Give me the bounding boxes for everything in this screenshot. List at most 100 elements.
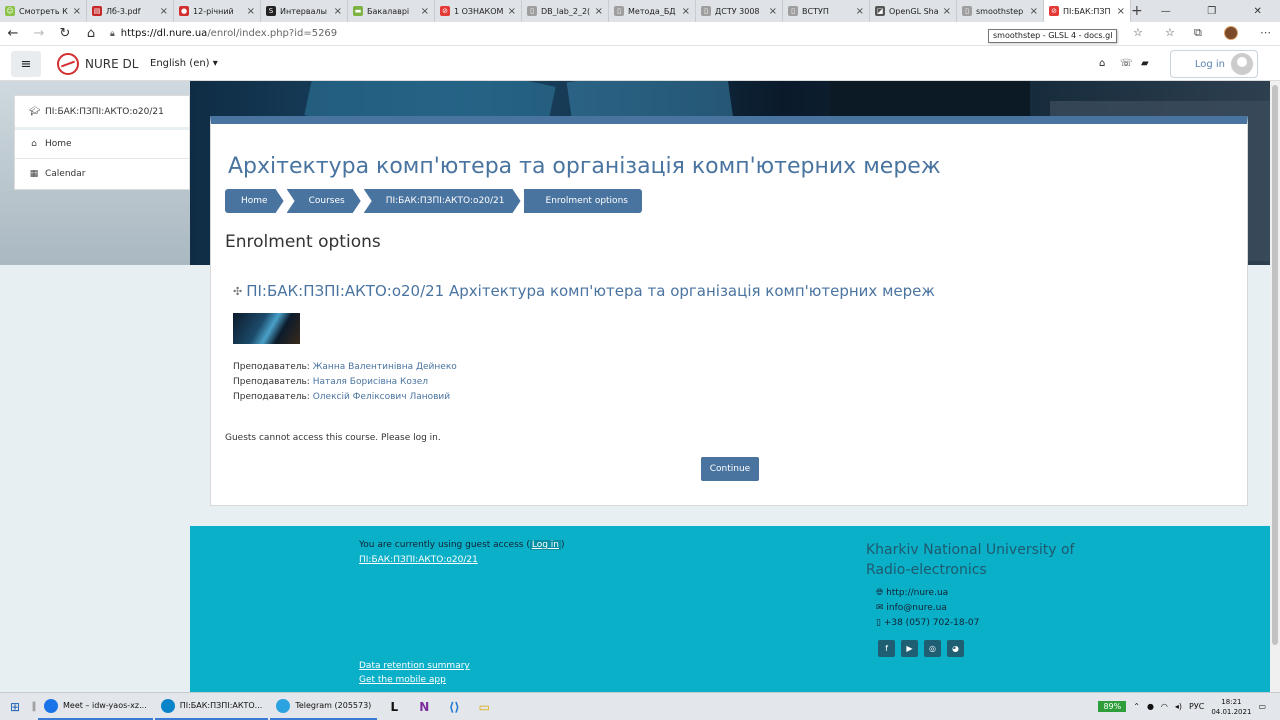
lingoes-app-icon[interactable]: L	[379, 694, 409, 720]
tray-arrow-icon[interactable]: ⌃	[1133, 702, 1140, 711]
tab-close-icon[interactable]: ×	[73, 6, 81, 17]
microphone-icon[interactable]: ●	[1147, 702, 1154, 711]
file-explorer-icon[interactable]: ▭	[469, 694, 499, 720]
tab-close-icon[interactable]: ×	[1117, 6, 1125, 17]
taskbar-window-browser[interactable]: ПІ:БАК:ПЗПІ:АКТО...	[154, 694, 269, 720]
menu-toggle-button[interactable]: ≡	[11, 51, 41, 77]
sidebar-item-home[interactable]: ⌂ Home	[15, 127, 189, 158]
breadcrumb-course[interactable]: ПІ:БАК:ПЗПІ:АКТО:о20/21	[364, 189, 521, 213]
input-language[interactable]: РУС	[1189, 702, 1204, 711]
browser-tab[interactable]: ● 12-річний ×	[174, 0, 261, 22]
guest-access-notice: You are currently using guest access (Lo…	[359, 540, 565, 550]
battery-indicator[interactable]: 89%	[1098, 701, 1127, 712]
task-view-icon[interactable]: ‖	[30, 701, 38, 712]
browser-tab[interactable]: ▯ ВСТУП ×	[783, 0, 870, 22]
tab-close-icon[interactable]: ×	[247, 6, 255, 17]
data-retention-link[interactable]: Data retention summary	[359, 661, 470, 671]
footer-login-link[interactable]: Log in	[529, 540, 561, 550]
new-tab-button[interactable]: +	[1131, 0, 1143, 22]
site-brand[interactable]: NURE DL	[57, 53, 138, 75]
onenote-app-icon[interactable]: N	[409, 694, 439, 720]
more-menu-icon[interactable]: ⋯	[1260, 26, 1271, 39]
tab-close-icon[interactable]: ×	[943, 6, 951, 17]
close-window-icon[interactable]: ✕	[1235, 0, 1280, 22]
browser-tab[interactable]: ▯ smoothstep ×	[957, 0, 1044, 22]
globe-icon: 🌐︎	[876, 588, 884, 598]
browser-tab[interactable]: ⊘ ПІ:БАК:ПЗП ×	[1044, 0, 1131, 22]
footer-course-link[interactable]: ПІ:БАК:ПЗПІ:АКТО:о20/21	[359, 555, 478, 565]
browser-tab[interactable]: ☺ Смотреть К ×	[0, 0, 87, 22]
browser-tab[interactable]: ◪ OpenGL Sha ×	[870, 0, 957, 22]
email-link[interactable]: info@nure.ua	[886, 603, 946, 613]
tab-close-icon[interactable]: ×	[856, 6, 864, 17]
windows-start-icon[interactable]: ⊞	[0, 700, 30, 714]
tab-label: ПІ:БАК:ПЗП	[1063, 6, 1111, 16]
breadcrumb-enrolment[interactable]: Enrolment options	[523, 189, 642, 213]
language-menu[interactable]: English (en) ▾	[150, 58, 218, 69]
login-button[interactable]: Log in	[1170, 50, 1258, 78]
browser-tab-strip: ☺ Смотреть К × ▤ Лб-3.pdf × ● 12-річний × S Интерв…	[0, 0, 1280, 22]
tab-label: Смотреть К	[19, 6, 68, 16]
notifications-icon[interactable]: ▭	[1258, 702, 1266, 711]
volume-icon[interactable]: ◂)	[1175, 702, 1182, 711]
tab-close-icon[interactable]: ×	[769, 6, 777, 17]
teacher-link[interactable]: Олексій Феліксович Лановий	[313, 392, 450, 402]
course-link[interactable]: ПІ:БАК:ПЗПІ:АКТО:о20/21 Архітектура комп…	[246, 282, 935, 300]
tab-label: 1 ОЗНАКОМ	[454, 6, 504, 16]
tab-label: smoothstep	[976, 6, 1024, 16]
browser-tab[interactable]: ⊘ 1 ОЗНАКОМ ×	[435, 0, 522, 22]
taskbar-window-meet[interactable]: Meet – idw-yaos-xz...	[38, 694, 153, 720]
profile-avatar[interactable]	[1224, 26, 1238, 40]
sidebar-item-course[interactable]: 🎓︎ ПІ:БАК:ПЗПІ:АКТО:о20/21	[15, 96, 189, 127]
youtube-icon[interactable]: ▶	[901, 640, 918, 657]
back-icon[interactable]: ←	[0, 26, 26, 41]
website-link[interactable]: http://nure.ua	[886, 588, 948, 598]
clock[interactable]: 18:21 04.01.2021	[1211, 697, 1251, 717]
collections-icon[interactable]: ⧉	[1194, 26, 1202, 40]
tab-close-icon[interactable]: ×	[508, 6, 516, 17]
phone-icon[interactable]: ☏	[1120, 58, 1133, 69]
tab-close-icon[interactable]: ×	[682, 6, 690, 17]
page-scrollbar[interactable]	[1270, 81, 1280, 692]
tab-close-icon[interactable]: ×	[421, 6, 429, 17]
tab-label: 12-річний	[193, 6, 234, 16]
browser-tab[interactable]: ▯ ДСТУ 3008 ×	[696, 0, 783, 22]
browser-tab[interactable]: S Интервалы ×	[261, 0, 348, 22]
teacher-link[interactable]: Жанна Валентинівна Дейнеко	[313, 362, 457, 372]
taskbar-window-telegram[interactable]: Telegram (205573)	[270, 694, 378, 720]
browser-tab[interactable]: ▤ Лб-3.pdf ×	[87, 0, 174, 22]
continue-button[interactable]: Continue	[701, 457, 759, 481]
course-box-title[interactable]: ✣ ПІ:БАК:ПЗПІ:АКТО:о20/21 Архітектура ко…	[233, 282, 935, 300]
tab-close-icon[interactable]: ×	[160, 6, 168, 17]
forward-icon[interactable]: →	[26, 26, 52, 41]
mobile-app-link[interactable]: Get the mobile app	[359, 675, 446, 685]
reload-icon[interactable]: ↻	[52, 26, 78, 41]
sidebar-item-calendar[interactable]: ▦ Calendar	[15, 158, 189, 189]
tab-close-icon[interactable]: ×	[595, 6, 603, 17]
breadcrumb-courses[interactable]: Courses	[287, 189, 361, 213]
site-navbar: ≡ NURE DL English (en) ▾ ⌂ ☏ ▰ Log in	[0, 47, 1280, 81]
telegram-icon[interactable]: ◕	[947, 640, 964, 657]
breadcrumb-home[interactable]: Home	[225, 189, 284, 213]
restore-icon[interactable]: ❐	[1189, 0, 1235, 22]
taskbar-window-label: Meet – idw-yaos-xz...	[63, 701, 147, 710]
tab-label: ВСТУП	[802, 6, 829, 16]
wifi-icon[interactable]: ◠	[1161, 702, 1168, 711]
tab-favicon-icon: ▯	[788, 6, 798, 16]
home-icon[interactable]: ⌂	[78, 26, 104, 41]
browser-tab[interactable]: ▯ Метода_БД ×	[609, 0, 696, 22]
browser-tab[interactable]: ▬ Бакалаврi ×	[348, 0, 435, 22]
facebook-icon[interactable]: f	[878, 640, 895, 657]
tab-close-icon[interactable]: ×	[334, 6, 342, 17]
vscode-app-icon[interactable]: ⟨⟩	[439, 694, 469, 720]
book-icon[interactable]: ▰	[1141, 58, 1149, 69]
home-icon[interactable]: ⌂	[1099, 58, 1105, 69]
favorite-star-icon[interactable]: ☆	[1133, 26, 1143, 39]
teacher-link[interactable]: Наталя Борисівна Козел	[313, 377, 428, 387]
tab-close-icon[interactable]: ×	[1030, 6, 1038, 17]
scrollbar-thumb[interactable]	[1272, 85, 1278, 645]
minimize-icon[interactable]: —	[1143, 0, 1189, 22]
instagram-icon[interactable]: ◎	[924, 640, 941, 657]
browser-tab[interactable]: ▯ DB_lab_2_2(×	[522, 0, 609, 22]
favorites-icon[interactable]: ☆	[1165, 26, 1175, 39]
